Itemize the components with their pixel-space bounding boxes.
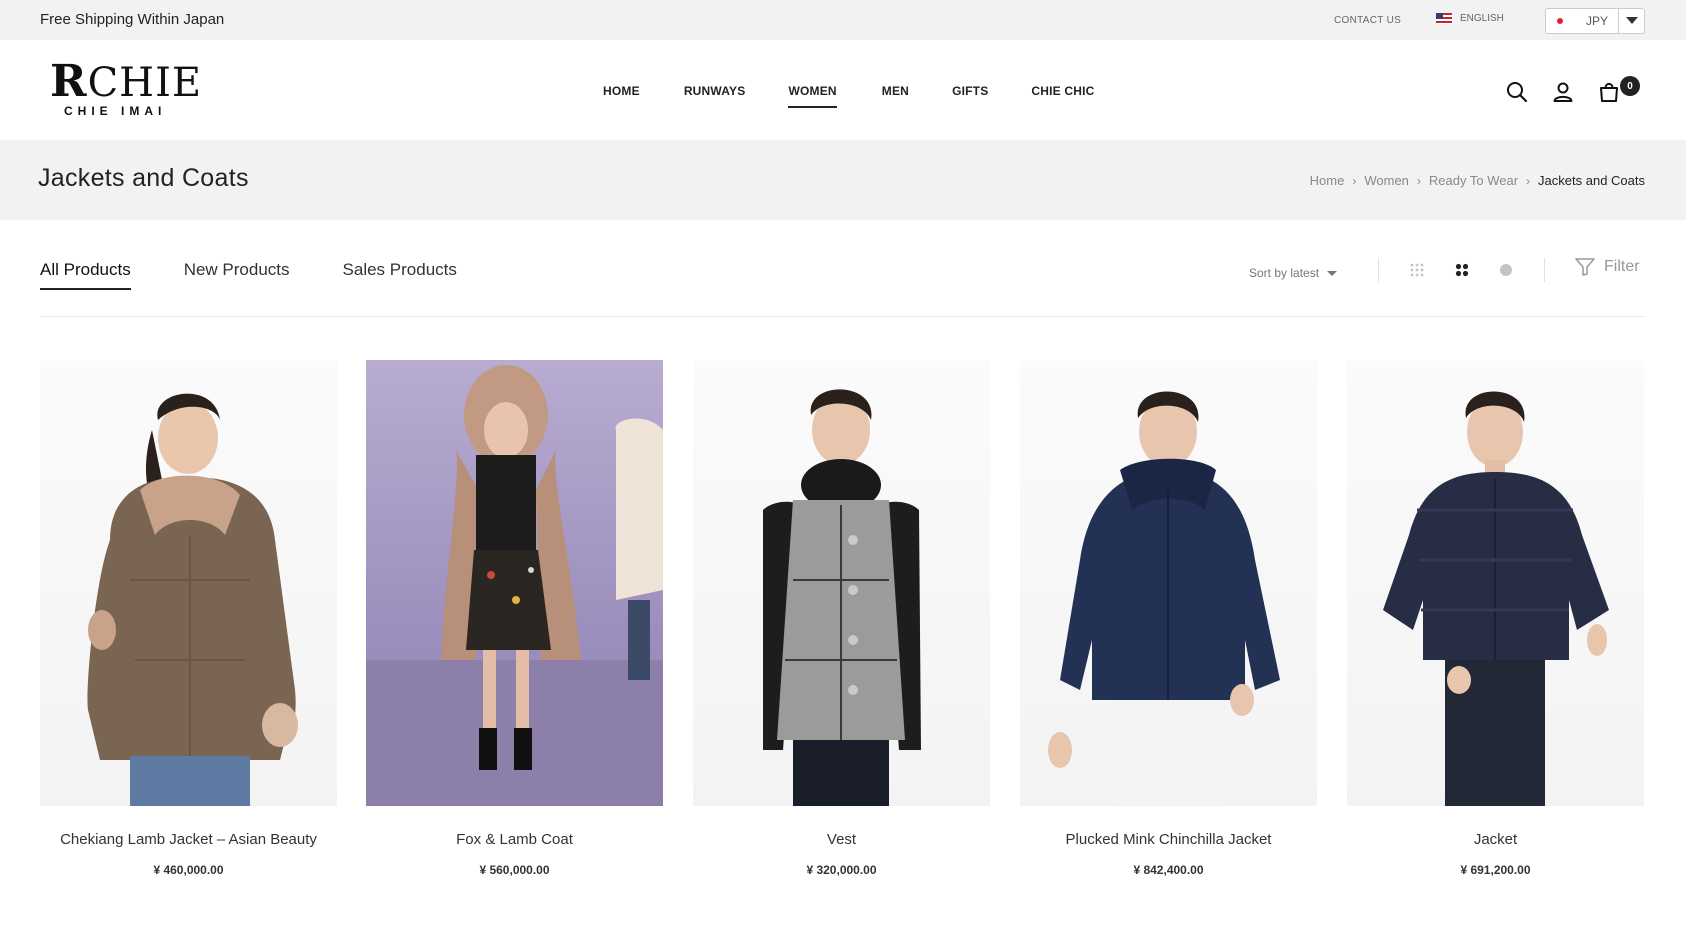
product-name[interactable]: Chekiang Lamb Jacket – Asian Beauty [40, 831, 337, 848]
brand-logo[interactable]: RCHIE CHIE IMAI [50, 60, 201, 122]
tab-sales-products[interactable]: Sales Products [343, 260, 457, 280]
product-card[interactable]: Vest ¥ 320,000.00 [693, 360, 990, 877]
currency-code: JPY [1586, 14, 1609, 28]
currency-selector[interactable]: JPY [1545, 8, 1645, 34]
product-price: ¥ 320,000.00 [806, 863, 877, 877]
list-view-icon[interactable] [1498, 262, 1514, 278]
logo-mark: R [50, 56, 88, 107]
product-name[interactable]: Fox & Lamb Coat [366, 831, 663, 848]
divider [1378, 258, 1379, 282]
japan-flag-icon [1554, 15, 1566, 27]
product-price: ¥ 560,000.00 [479, 863, 550, 877]
product-card[interactable]: Chekiang Lamb Jacket – Asian Beauty ¥ 46… [40, 360, 337, 877]
chevron-right-icon: › [1526, 173, 1531, 188]
product-name[interactable]: Plucked Mink Chinchilla Jacket [1020, 831, 1317, 848]
product-card[interactable]: Fox & Lamb Coat ¥ 560,000.00 [366, 360, 663, 877]
tab-all-products[interactable]: All Products [40, 260, 131, 290]
nav-item-gifts[interactable]: GIFTS [952, 84, 988, 98]
nav-item-runways[interactable]: RUNWAYS [684, 84, 746, 98]
nav-item-men[interactable]: MEN [882, 84, 909, 98]
nav-item-chie-chic[interactable]: CHIE CHIC [1031, 84, 1094, 98]
filter-icon [1575, 258, 1595, 276]
product-image[interactable] [40, 360, 337, 806]
logo-main-text: CHIE [87, 60, 203, 106]
cart-button[interactable]: 0 [1597, 76, 1640, 104]
grid-view-small-icon[interactable] [1409, 262, 1425, 278]
product-name[interactable]: Jacket [1347, 831, 1644, 848]
product-image[interactable] [1020, 360, 1317, 806]
divider [40, 316, 1645, 317]
product-image[interactable] [1347, 360, 1644, 806]
chevron-down-icon[interactable] [1618, 9, 1644, 33]
breadcrumb-women[interactable]: Women [1364, 173, 1409, 188]
product-card[interactable]: Jacket ¥ 691,200.00 [1347, 360, 1644, 877]
cart-icon [1600, 82, 1618, 102]
contact-us-link[interactable]: CONTACT US [1334, 15, 1401, 26]
nav-item-women[interactable]: WOMEN [788, 84, 838, 108]
page-title: Jackets and Coats [38, 164, 249, 192]
product-image[interactable] [693, 360, 990, 806]
page-title-band: Jackets and Coats Home › Women › Ready T… [0, 140, 1686, 220]
breadcrumb-home[interactable]: Home [1310, 173, 1345, 188]
main-nav: HOME RUNWAYS WOMEN MEN GIFTS CHIE CHIC [603, 84, 1095, 108]
shipping-notice: Free Shipping Within Japan [40, 11, 225, 28]
divider [1544, 258, 1545, 282]
sort-label: Sort by latest [1249, 266, 1320, 280]
filter-label: Filter [1604, 258, 1640, 275]
product-price: ¥ 460,000.00 [153, 863, 224, 877]
main-header: RCHIE CHIE IMAI HOME RUNWAYS WOMEN MEN G… [0, 40, 1686, 140]
language-label: ENGLISH [1460, 13, 1504, 24]
account-icon[interactable] [1551, 80, 1575, 104]
grid-view-large-icon[interactable] [1454, 262, 1470, 278]
product-name[interactable]: Vest [693, 831, 990, 848]
product-image[interactable] [366, 360, 663, 806]
product-price: ¥ 842,400.00 [1133, 863, 1204, 877]
breadcrumb: Home › Women › Ready To Wear › Jackets a… [1310, 173, 1645, 188]
breadcrumb-current: Jackets and Coats [1538, 173, 1645, 188]
tab-new-products[interactable]: New Products [184, 260, 290, 280]
chevron-right-icon: › [1352, 173, 1357, 188]
product-card[interactable]: Plucked Mink Chinchilla Jacket ¥ 842,400… [1020, 360, 1317, 877]
breadcrumb-ready-to-wear[interactable]: Ready To Wear [1429, 173, 1518, 188]
filter-button[interactable]: Filter [1575, 258, 1640, 276]
nav-item-home[interactable]: HOME [603, 84, 640, 98]
language-selector[interactable]: ENGLISH [1436, 13, 1504, 24]
sort-dropdown[interactable]: Sort by latest [1249, 266, 1338, 280]
caret-down-icon [1327, 270, 1338, 276]
header-actions: 0 [1505, 76, 1640, 104]
product-tabs: All Products New Products Sales Products [40, 260, 457, 290]
chevron-right-icon: › [1416, 173, 1421, 188]
search-icon[interactable] [1505, 80, 1529, 104]
us-flag-icon [1436, 13, 1452, 24]
top-bar: Free Shipping Within Japan CONTACT US EN… [0, 0, 1686, 40]
logo-sub-text: CHIE IMAI [64, 104, 167, 118]
product-price: ¥ 691,200.00 [1460, 863, 1531, 877]
cart-count-badge: 0 [1620, 76, 1640, 96]
